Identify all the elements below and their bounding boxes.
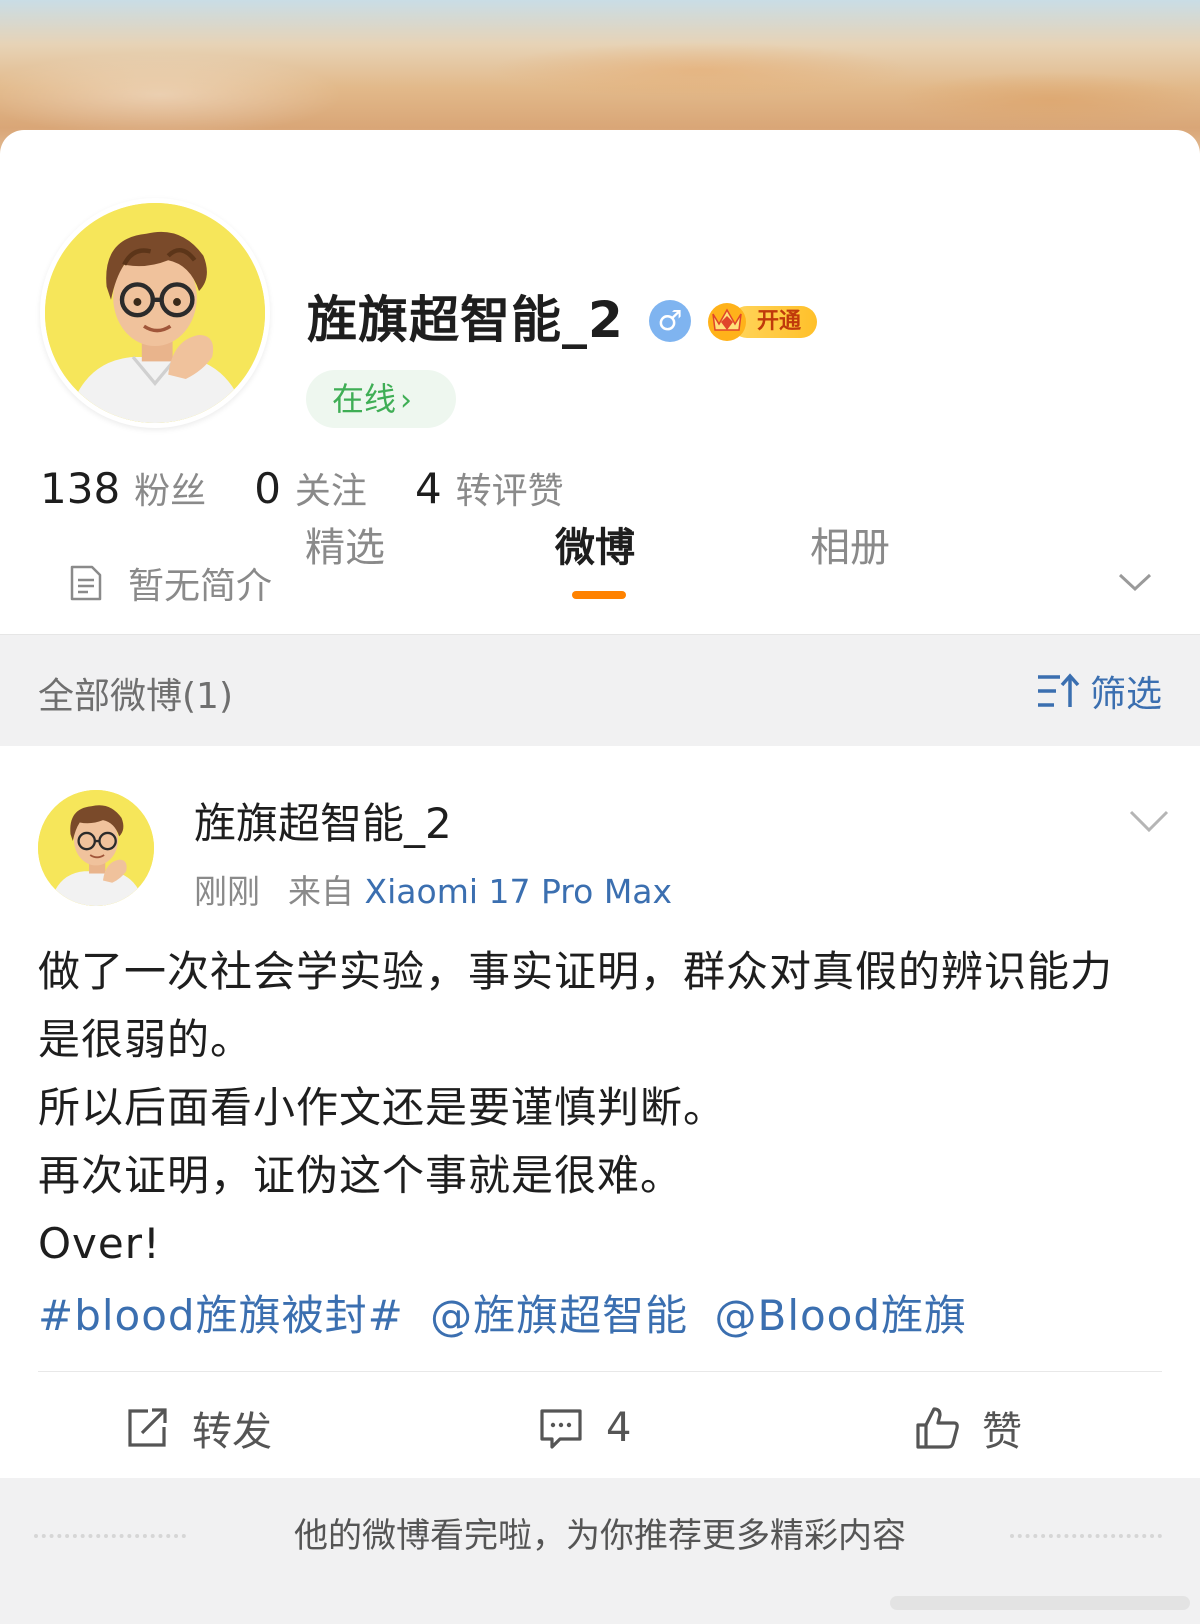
chevron-right-icon: ›	[400, 383, 413, 418]
stat-value: 4	[414, 464, 442, 513]
stat-followers[interactable]: 138 粉丝	[40, 462, 206, 514]
profile-intro[interactable]: 暂无简介	[68, 558, 272, 608]
profile-username: 旌旗超智能_2	[307, 291, 624, 349]
crown-icon	[708, 303, 746, 341]
like-button[interactable]: 赞	[914, 1398, 1022, 1458]
post-more-chevron-icon[interactable]	[1128, 808, 1170, 834]
end-of-feed-message: 他的微博看完啦，为你推荐更多精彩内容	[294, 1516, 906, 1556]
active-tab-indicator	[572, 591, 626, 599]
filter-button[interactable]: 筛选	[1036, 665, 1162, 717]
thumbs-up-icon	[916, 1407, 959, 1449]
post-text-line: Over!	[38, 1219, 161, 1268]
post-text-line: 做了一次社会学实验，事实证明，群众对真假的辨识能力	[38, 947, 1114, 996]
post-text-line: 是很弱的。	[38, 1015, 254, 1064]
online-status-button[interactable]: 在线 ›	[306, 370, 456, 428]
tab-featured[interactable]: 精选	[305, 520, 385, 576]
post-tags: #blood旌旗被封# @旌旗超智能 @Blood旌旗	[38, 1282, 979, 1350]
scroll-indicator[interactable]	[890, 1596, 1190, 1610]
post-meta: 刚刚 来自 Xiaomi 17 Pro Max	[194, 870, 672, 914]
post-filter-bar: 全部微博(1) 筛选	[0, 634, 1200, 746]
comment-button[interactable]: 4	[538, 1398, 631, 1458]
repost-label: 转发	[192, 1409, 272, 1455]
vip-open-badge[interactable]: 开通	[705, 298, 817, 341]
online-status-label: 在线	[332, 380, 397, 418]
filter-icon	[1037, 673, 1080, 707]
stat-label: 粉丝	[134, 471, 207, 512]
filter-label: 筛选	[1089, 674, 1162, 715]
post-text-line: 再次证明，证伪这个事就是很难。	[38, 1151, 684, 1200]
profile-page: 旌旗超智能_2 ♂ 开通 在线 › 138 粉丝 0 关注 4 转评赞 暂无简介…	[0, 0, 1200, 1624]
comment-icon	[540, 1409, 582, 1449]
comment-count: 4	[606, 1405, 632, 1451]
stat-value: 0	[254, 464, 281, 513]
like-label: 赞	[982, 1409, 1022, 1455]
mention-link[interactable]: @旌旗超智能	[430, 1291, 688, 1340]
end-of-feed-footer: 他的微博看完啦，为你推荐更多精彩内容	[0, 1478, 1200, 1624]
male-icon: ♂	[649, 300, 691, 342]
post-source-device[interactable]: Xiaomi 17 Pro Max	[365, 872, 673, 911]
post-text-line: 所以后面看小作文还是要谨慎判断。	[38, 1083, 727, 1132]
avatar-illustration	[45, 203, 265, 423]
expand-intro-chevron-icon[interactable]	[1117, 570, 1153, 594]
stat-following[interactable]: 0 关注	[254, 462, 367, 514]
profile-stats: 138 粉丝 0 关注 4 转评赞	[40, 462, 612, 518]
tab-album[interactable]: 相册	[810, 520, 890, 576]
mention-link[interactable]: @Blood旌旗	[715, 1291, 968, 1340]
intro-text: 暂无简介	[128, 566, 273, 607]
divider-dots	[1010, 1534, 1162, 1538]
document-icon	[70, 565, 102, 601]
post-time: 刚刚	[194, 872, 260, 911]
post-source-prefix: 来自	[288, 872, 354, 911]
stat-label: 转评赞	[455, 471, 564, 512]
tab-weibo[interactable]: 微博	[555, 520, 635, 576]
topic-tag-link[interactable]: #blood旌旗被封#	[38, 1291, 404, 1340]
profile-avatar[interactable]	[40, 198, 270, 428]
post-text[interactable]: 做了一次社会学实验，事实证明，群众对真假的辨识能力 是很弱的。 所以后面看小作文…	[38, 938, 1168, 1278]
repost-icon	[128, 1408, 167, 1447]
post-author-avatar[interactable]	[38, 790, 154, 906]
avatar-illustration	[38, 790, 154, 906]
stat-value: 138	[40, 464, 121, 513]
post-divider	[38, 1371, 1162, 1372]
stat-label: 关注	[294, 471, 367, 512]
stat-interactions[interactable]: 4 转评赞	[415, 462, 564, 514]
post-author-name[interactable]: 旌旗超智能_2	[194, 796, 452, 852]
repost-button[interactable]: 转发	[124, 1398, 272, 1458]
all-posts-count[interactable]: 全部微博(1)	[38, 667, 233, 719]
